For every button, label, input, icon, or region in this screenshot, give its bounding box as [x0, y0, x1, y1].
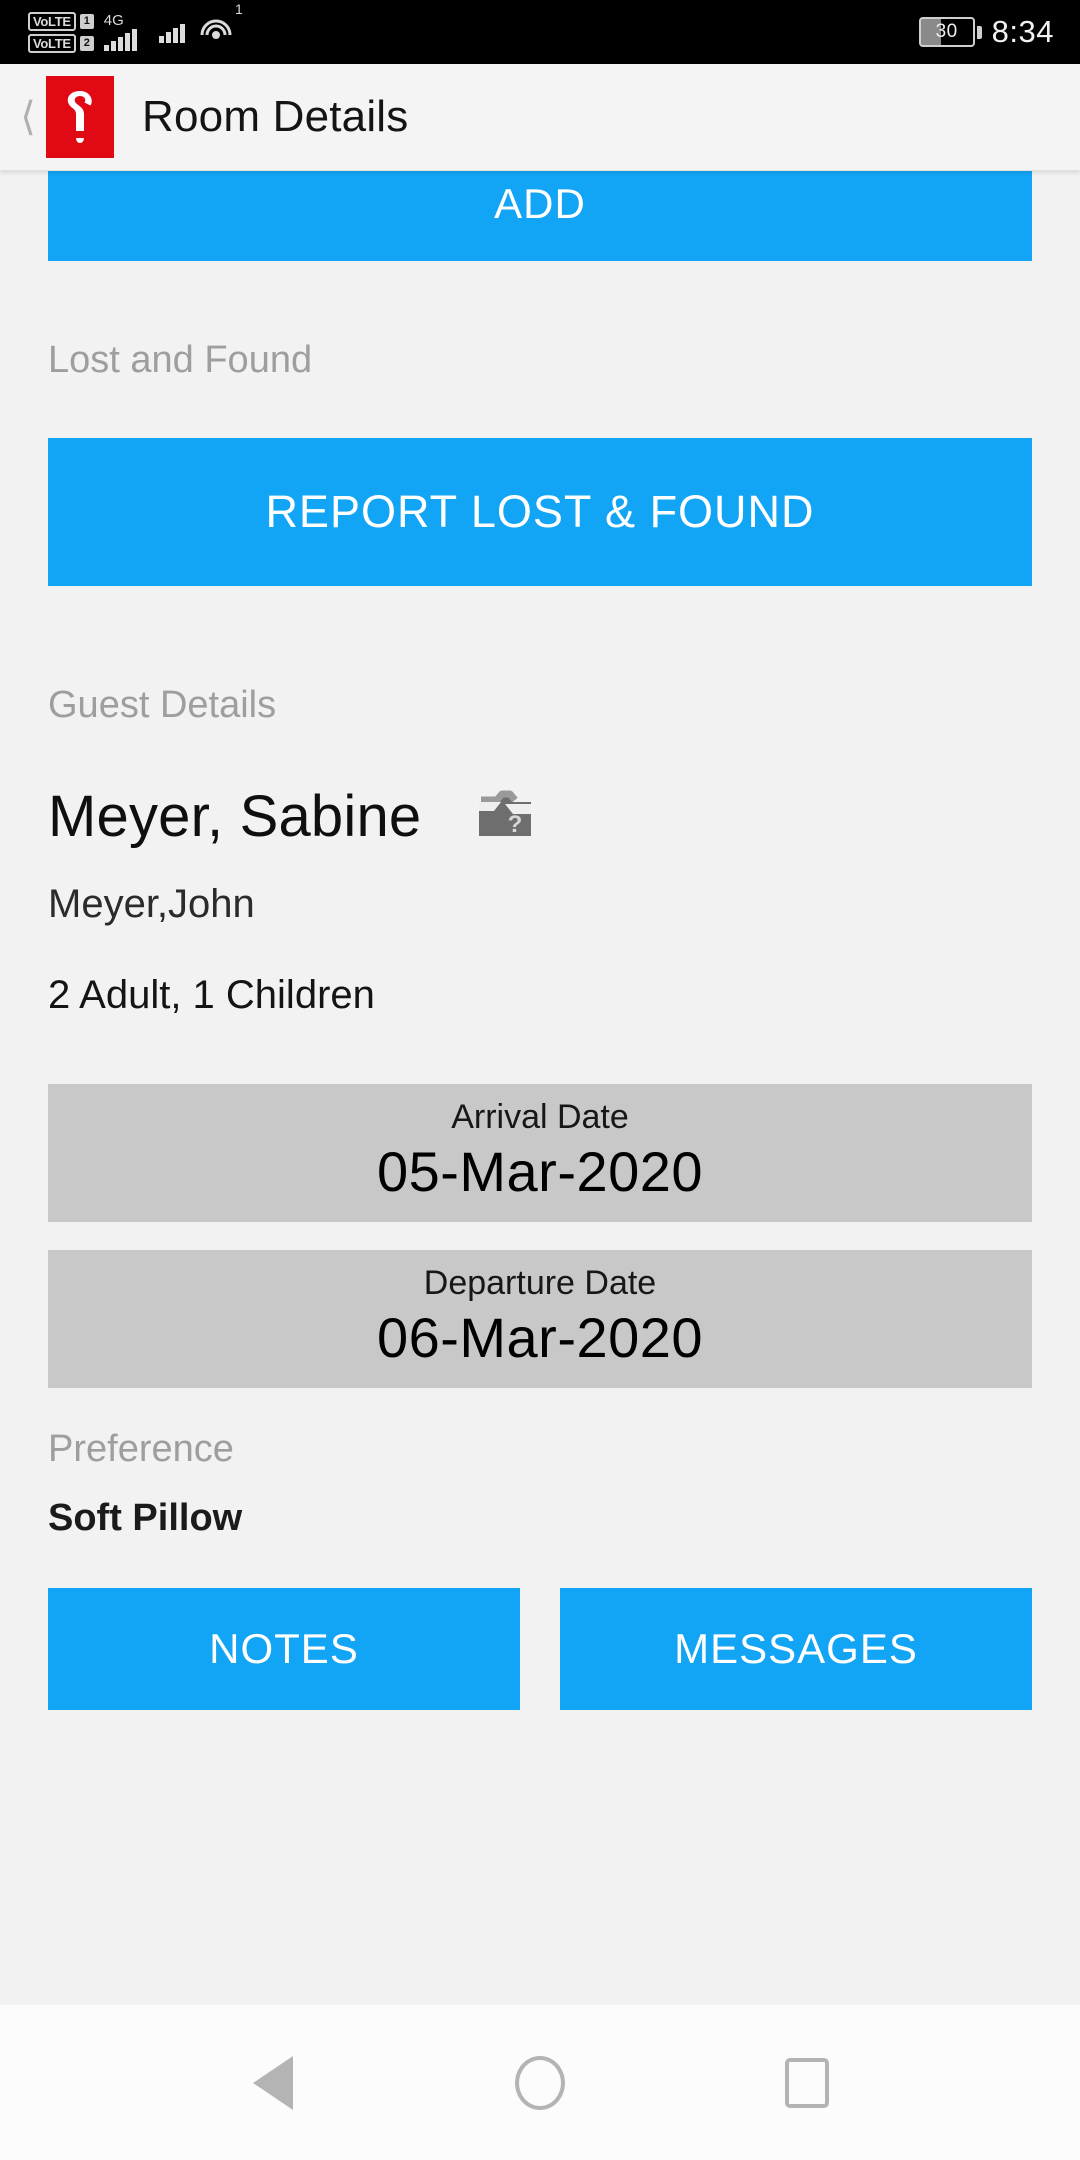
volte-badge-sim1: VoLTE [28, 11, 76, 31]
back-triangle-icon [253, 2055, 294, 2110]
sim2-number: 2 [79, 35, 94, 51]
status-bar-left: VoLTE 1 VoLTE 2 4G 1 [28, 1, 243, 53]
broken-image-icon[interactable]: ? [477, 788, 533, 845]
status-bar-clock: 8:34 [991, 14, 1054, 49]
recents-square-icon [784, 2057, 829, 2108]
status-bar-right: 30 8:34 [918, 14, 1054, 50]
sim2-row: VoLTE 2 [28, 33, 94, 53]
arrival-date-label: Arrival Date [451, 1098, 629, 1136]
action-buttons-row: NOTES MESSAGES [0, 1588, 1080, 1710]
nav-home-button[interactable] [485, 2028, 595, 2138]
battery-percent-label: 30 [918, 17, 975, 47]
battery-cap [976, 25, 982, 39]
sim1-number: 1 [79, 13, 94, 29]
volte-badge-sim2: VoLTE [28, 33, 76, 53]
report-button-wrap: REPORT LOST & FOUND [0, 438, 1080, 586]
status-bar: VoLTE 1 VoLTE 2 4G 1 30 8:34 [0, 0, 1080, 64]
add-button[interactable]: ADD [48, 171, 1032, 261]
arrival-date-value: 05-Mar-2020 [376, 1140, 704, 1203]
app-bar: ⟨ Room Details [0, 64, 1080, 171]
svg-text:?: ? [508, 811, 523, 838]
scroll-content[interactable]: ADD Lost and Found REPORT LOST & FOUND G… [0, 171, 1080, 2005]
network-type-label: 4G [103, 12, 124, 29]
hotspot-icon: 1 [199, 1, 243, 50]
secondary-guest-name: Meyer,John [48, 882, 255, 926]
home-circle-icon [514, 2055, 565, 2110]
sim-indicators: VoLTE 1 VoLTE 2 [28, 11, 94, 53]
sim1-row: VoLTE 1 [28, 11, 94, 31]
page-title: Room Details [142, 92, 409, 141]
signal-bars-sim1-icon [103, 29, 137, 51]
signal-bars-sim2-icon [158, 21, 185, 43]
add-button-wrap: ADD [0, 171, 1080, 261]
departure-date-card[interactable]: Departure Date 06-Mar-2020 [48, 1250, 1032, 1388]
hotspot-count-label: 1 [234, 0, 243, 17]
guest-details-section-label: Guest Details [48, 684, 277, 726]
nav-recents-button[interactable] [752, 2028, 862, 2138]
guest-name: Meyer, Sabine [48, 784, 422, 849]
notes-button[interactable]: NOTES [48, 1588, 520, 1710]
lost-and-found-section-label: Lost and Found [48, 339, 313, 381]
battery-icon: 30 [918, 17, 982, 47]
nav-back-button[interactable] [218, 2028, 328, 2138]
report-lost-found-button[interactable]: REPORT LOST & FOUND [48, 438, 1032, 586]
preference-value: Soft Pillow [48, 1497, 243, 1539]
guest-occupancy: 2 Adult, 1 Children [48, 973, 375, 1017]
guest-name-row: Meyer, Sabine ? [0, 783, 1080, 850]
back-chevron-icon[interactable]: ⟨ [12, 97, 44, 137]
network-type-block: 4G [103, 12, 137, 51]
messages-button[interactable]: MESSAGES [560, 1588, 1032, 1710]
door-hanger-logo-icon [46, 76, 114, 158]
preference-section-label: Preference [48, 1428, 234, 1470]
departure-date-value: 06-Mar-2020 [376, 1306, 704, 1369]
arrival-date-card[interactable]: Arrival Date 05-Mar-2020 [48, 1084, 1032, 1222]
departure-date-label: Departure Date [423, 1264, 657, 1302]
add-button-label: ADD [494, 180, 586, 227]
system-nav-bar [0, 2005, 1080, 2160]
